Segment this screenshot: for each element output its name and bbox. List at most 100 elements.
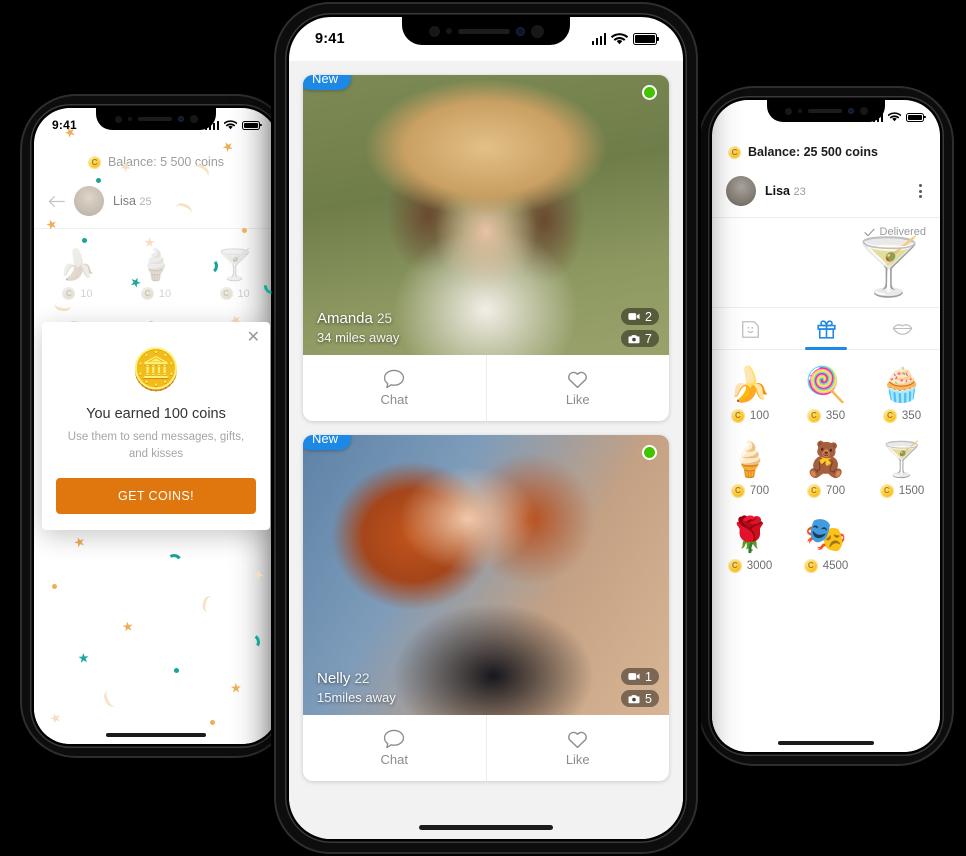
- chat-label: Chat: [380, 392, 408, 407]
- status-time: 9:41: [52, 118, 77, 132]
- gift-price: C 4500: [803, 558, 848, 573]
- gift-item-mask[interactable]: 🎭 C 4500: [788, 508, 864, 583]
- cupcake-icon: 🧁: [880, 365, 924, 404]
- right-phone-bezel: 9:41 C Balance: 25 500 coins: [708, 96, 944, 756]
- profile-distance: 15miles away: [317, 689, 396, 705]
- speaker-grille: [807, 109, 842, 113]
- coin-icon: C: [806, 408, 821, 423]
- center-phone-device: 9:41 New Amanda 25 34 miles away 2 7 Cha…: [276, 4, 696, 852]
- chat-user-name: Lisa 23: [765, 184, 806, 198]
- coin-icon: C: [882, 408, 897, 423]
- gift-item-banana[interactable]: 🍌 C 100: [712, 358, 788, 433]
- home-indicator[interactable]: [419, 825, 553, 830]
- status-time: 9:41: [315, 31, 345, 47]
- tab-sticker[interactable]: [712, 308, 788, 349]
- notch: [96, 108, 216, 130]
- gift-item-lollipop[interactable]: 🍭 C 350: [788, 358, 864, 433]
- profile-photo[interactable]: New Nelly 22 15miles away 1 5: [303, 435, 669, 715]
- new-badge: New: [303, 75, 352, 90]
- attachment-tabs[interactable]: [712, 308, 940, 350]
- card-actions[interactable]: Chat Like: [303, 355, 669, 421]
- video-count: 1: [621, 668, 659, 685]
- gift-item-cocktail[interactable]: 🍸 C 1500: [864, 433, 940, 508]
- avatar[interactable]: [726, 176, 756, 206]
- video-icon: [628, 313, 640, 320]
- balance-label: Balance: 25 500 coins: [748, 145, 878, 159]
- center-phone-screen: 9:41 New Amanda 25 34 miles away 2 7 Cha…: [289, 17, 683, 839]
- gift-price: C 700: [806, 483, 845, 498]
- cocktail-icon: 🍸: [880, 440, 924, 479]
- like-label: Like: [565, 392, 590, 407]
- tab-gift[interactable]: [788, 308, 864, 350]
- left-phone-screen: 9:41 C Balance: 5 500 coins Lisa 25 🍌 C …: [34, 108, 278, 744]
- right-phone-content: C Balance: 25 500 coins Lisa 23 Delivere…: [712, 134, 940, 752]
- reward-subtitle: Use them to send messages, gifts, and ki…: [67, 430, 245, 460]
- like-button[interactable]: Like: [487, 355, 670, 421]
- gift-item-cupcake[interactable]: 🧁 C 350: [864, 358, 940, 433]
- gift-price: C 700: [730, 483, 769, 498]
- left-phone-device: 9:41 C Balance: 5 500 coins Lisa 25 🍌 C …: [22, 96, 290, 756]
- sticker-icon: [741, 320, 759, 338]
- wifi-icon: [224, 120, 237, 130]
- chat-bubble-icon: [384, 729, 405, 749]
- balance-row: C Balance: 25 500 coins: [712, 134, 940, 169]
- lips-icon: [892, 324, 912, 336]
- lollipop-icon: 🍭: [804, 365, 848, 404]
- chat-button[interactable]: Chat: [303, 355, 487, 421]
- video-count: 2: [621, 308, 659, 325]
- gift-icon: [816, 320, 836, 339]
- profile-name: Amanda 25: [317, 310, 393, 328]
- battery-icon: [633, 33, 659, 45]
- home-indicator[interactable]: [106, 733, 206, 737]
- light-sensor-icon: [127, 117, 132, 121]
- profile-distance: 34 miles away: [317, 329, 400, 345]
- like-label: Like: [565, 752, 590, 767]
- profile-card[interactable]: New Amanda 25 34 miles away 2 7 Chat Lik…: [303, 75, 669, 421]
- home-indicator[interactable]: [778, 741, 874, 745]
- wifi-icon: [888, 112, 901, 122]
- close-icon[interactable]: ✕: [247, 329, 260, 346]
- notch: [402, 17, 570, 45]
- speaker-grille: [137, 117, 172, 121]
- get-coins-button[interactable]: GET COINS!: [56, 478, 256, 515]
- coin-icon: C: [727, 558, 742, 573]
- online-indicator: [642, 445, 657, 460]
- photo-count: 7: [621, 330, 659, 347]
- gift-grid[interactable]: 🍌 C 100 🍭 C 350 🧁 C 350 🍦 C 700 🧸 C 700 …: [712, 350, 940, 583]
- proximity-sensor-icon: [428, 25, 440, 37]
- gift-item-rose[interactable]: 🌹 C 3000: [712, 508, 788, 583]
- coin-icon: C: [879, 483, 894, 498]
- rose-icon: 🌹: [728, 515, 772, 554]
- like-button[interactable]: Like: [487, 715, 670, 781]
- profile-photo[interactable]: New Amanda 25 34 miles away 2 7: [303, 75, 669, 355]
- banana-icon: 🍌: [728, 365, 772, 404]
- card-actions[interactable]: Chat Like: [303, 715, 669, 781]
- media-counts: 2 7: [621, 308, 659, 347]
- heart-icon: [568, 371, 588, 389]
- light-sensor-icon: [445, 28, 452, 34]
- right-phone-screen: 9:41 C Balance: 25 500 coins: [712, 100, 940, 752]
- chat-button[interactable]: Chat: [303, 715, 487, 781]
- chat-header: Lisa 23: [712, 169, 940, 218]
- coin-icon: C: [806, 483, 821, 498]
- gift-item-teddy-bear[interactable]: 🧸 C 700: [788, 433, 864, 508]
- coin-icon: C: [803, 558, 818, 573]
- center-phone-bezel: 9:41 New Amanda 25 34 miles away 2 7 Cha…: [285, 13, 687, 843]
- kebab-menu-icon[interactable]: [915, 181, 926, 201]
- chat-label: Chat: [380, 752, 408, 767]
- profile-feed[interactable]: New Amanda 25 34 miles away 2 7 Chat Lik…: [289, 61, 683, 839]
- media-counts: 1 5: [621, 668, 659, 707]
- gift-item-ice-cream[interactable]: 🍦 C 700: [712, 433, 788, 508]
- screenshot-stage: 9:41 C Balance: 5 500 coins Lisa 25 🍌 C …: [0, 0, 966, 856]
- video-icon: [628, 673, 640, 680]
- message-thread: Delivered 🍸: [712, 218, 940, 308]
- photo-count: 5: [621, 690, 659, 707]
- tab-kiss[interactable]: [864, 308, 940, 349]
- mask-icon: 🎭: [804, 515, 848, 554]
- gift-price: C 350: [882, 408, 921, 423]
- gift-price: C 100: [730, 408, 769, 423]
- battery-icon: [906, 112, 926, 122]
- profile-card[interactable]: New Nelly 22 15miles away 1 5 Chat Like: [303, 435, 669, 781]
- reward-modal: ✕ 🪙 You earned 100 coins Use them to sen…: [42, 321, 270, 531]
- online-indicator: [642, 85, 657, 100]
